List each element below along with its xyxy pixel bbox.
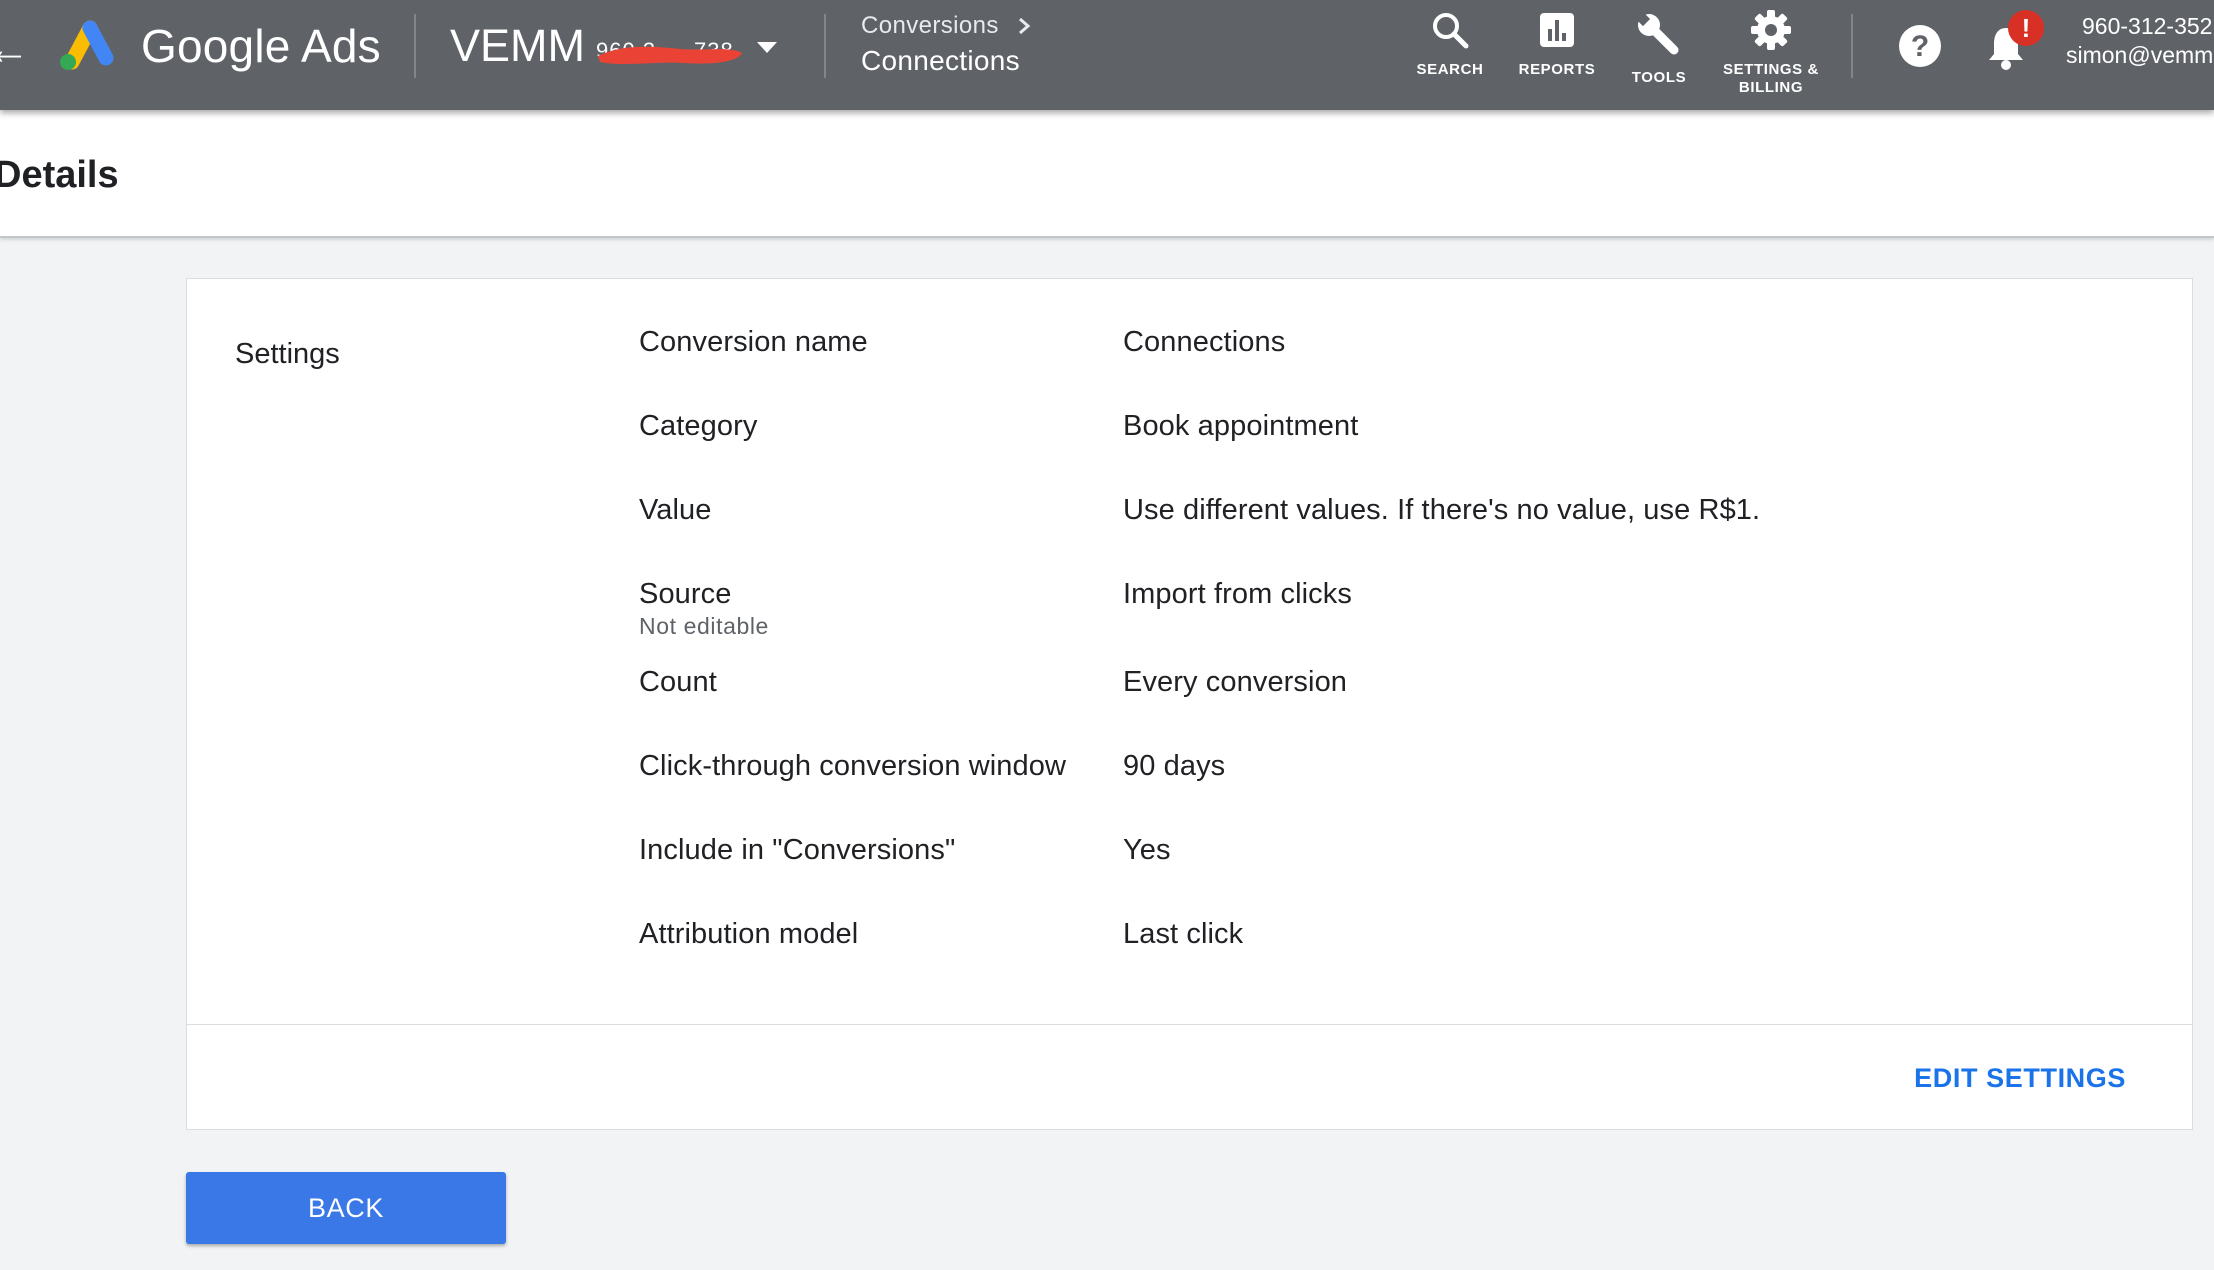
search-icon [1433,13,1469,49]
setting-label: Value [639,494,712,526]
account-number: 960-312-352 [2082,13,2213,39]
reports-label: REPORTS [1518,61,1596,78]
header-divider [414,14,416,78]
setting-label: Include in "Conversions" [639,834,956,866]
back-arrow-icon[interactable]: ← [0,28,30,72]
setting-label: Attribution model [639,918,859,950]
wrench-icon [1636,12,1679,55]
setting-label: Conversion name [639,326,868,358]
settings-billing-button[interactable]: SETTINGS & BILLING [1716,0,1826,104]
setting-value: Connections [1123,326,1286,358]
settings-label-line1: SETTINGS & [1722,61,1819,78]
breadcrumb-current: Connections [861,45,1020,76]
setting-value: Book appointment [1123,410,1359,442]
reports-button[interactable]: REPORTS [1516,0,1598,104]
setting-value: Last click [1123,918,1244,950]
account-info[interactable]: 960-312-352 simon@vemm [2066,12,2213,70]
card-divider [187,1024,2192,1025]
back-button[interactable]: BACK [186,1172,506,1244]
setting-row-attribution-model: Attribution model Last click [187,917,2192,977]
settings-label-line2: BILLING [1738,79,1804,96]
account-name[interactable]: VEMM [450,20,585,72]
redaction-mark [598,46,742,65]
brand-name[interactable]: Google Ads [141,20,381,72]
setting-value: 90 days [1123,750,1226,782]
help-icon[interactable]: ? [1898,24,1942,68]
setting-sublabel: Not editable [639,613,769,639]
setting-value: Every conversion [1123,666,1348,698]
notifications-button[interactable]: ! [1986,10,2046,70]
setting-value: Import from clicks [1123,578,1352,610]
setting-row-count: Count Every conversion [187,665,2192,725]
setting-value: Use different values. If there's no valu… [1123,494,1761,526]
breadcrumb-parent[interactable]: Conversions [861,11,999,41]
account-email: simon@vemm [2066,42,2214,68]
bar-chart-icon [1540,13,1574,47]
setting-label: Source [639,578,732,610]
setting-row-source: Source Not editable Import from clicks [187,577,2192,657]
notification-badge: ! [2008,10,2044,46]
svg-text:?: ? [1911,30,1929,63]
header-divider [824,14,826,78]
setting-row-value: Value Use different values. If there's n… [187,493,2192,553]
chevron-right-icon [1019,17,1031,35]
setting-label: Click-through conversion window [639,750,1067,782]
setting-row-category: Category Book appointment [187,409,2192,469]
gear-icon [1751,10,1791,50]
page-title: Details [0,154,119,196]
setting-row-conversion-name: Conversion name Connections [187,325,2192,385]
tools-label: TOOLS [1631,69,1687,86]
account-dropdown-icon[interactable] [757,42,777,53]
setting-row-click-through-window: Click-through conversion window 90 days [187,749,2192,809]
search-button[interactable]: SEARCH [1409,0,1491,104]
page-heading-bar: Details [0,110,2214,238]
edit-settings-button[interactable]: EDIT SETTINGS [1914,1061,2126,1095]
settings-card: Settings Conversion name Connections Cat… [186,278,2193,1130]
setting-label: Count [639,666,717,698]
header-divider [1851,14,1853,78]
tools-button[interactable]: TOOLS [1619,0,1699,104]
setting-label: Category [639,410,758,442]
google-ads-logo-icon[interactable] [54,16,118,74]
top-app-bar: ← Google Ads VEMM 960 3 · · 738 Conversi… [0,0,2214,110]
setting-value: Yes [1123,834,1171,866]
setting-row-include-in-conversions: Include in "Conversions" Yes [187,833,2192,893]
search-label: SEARCH [1416,61,1484,78]
